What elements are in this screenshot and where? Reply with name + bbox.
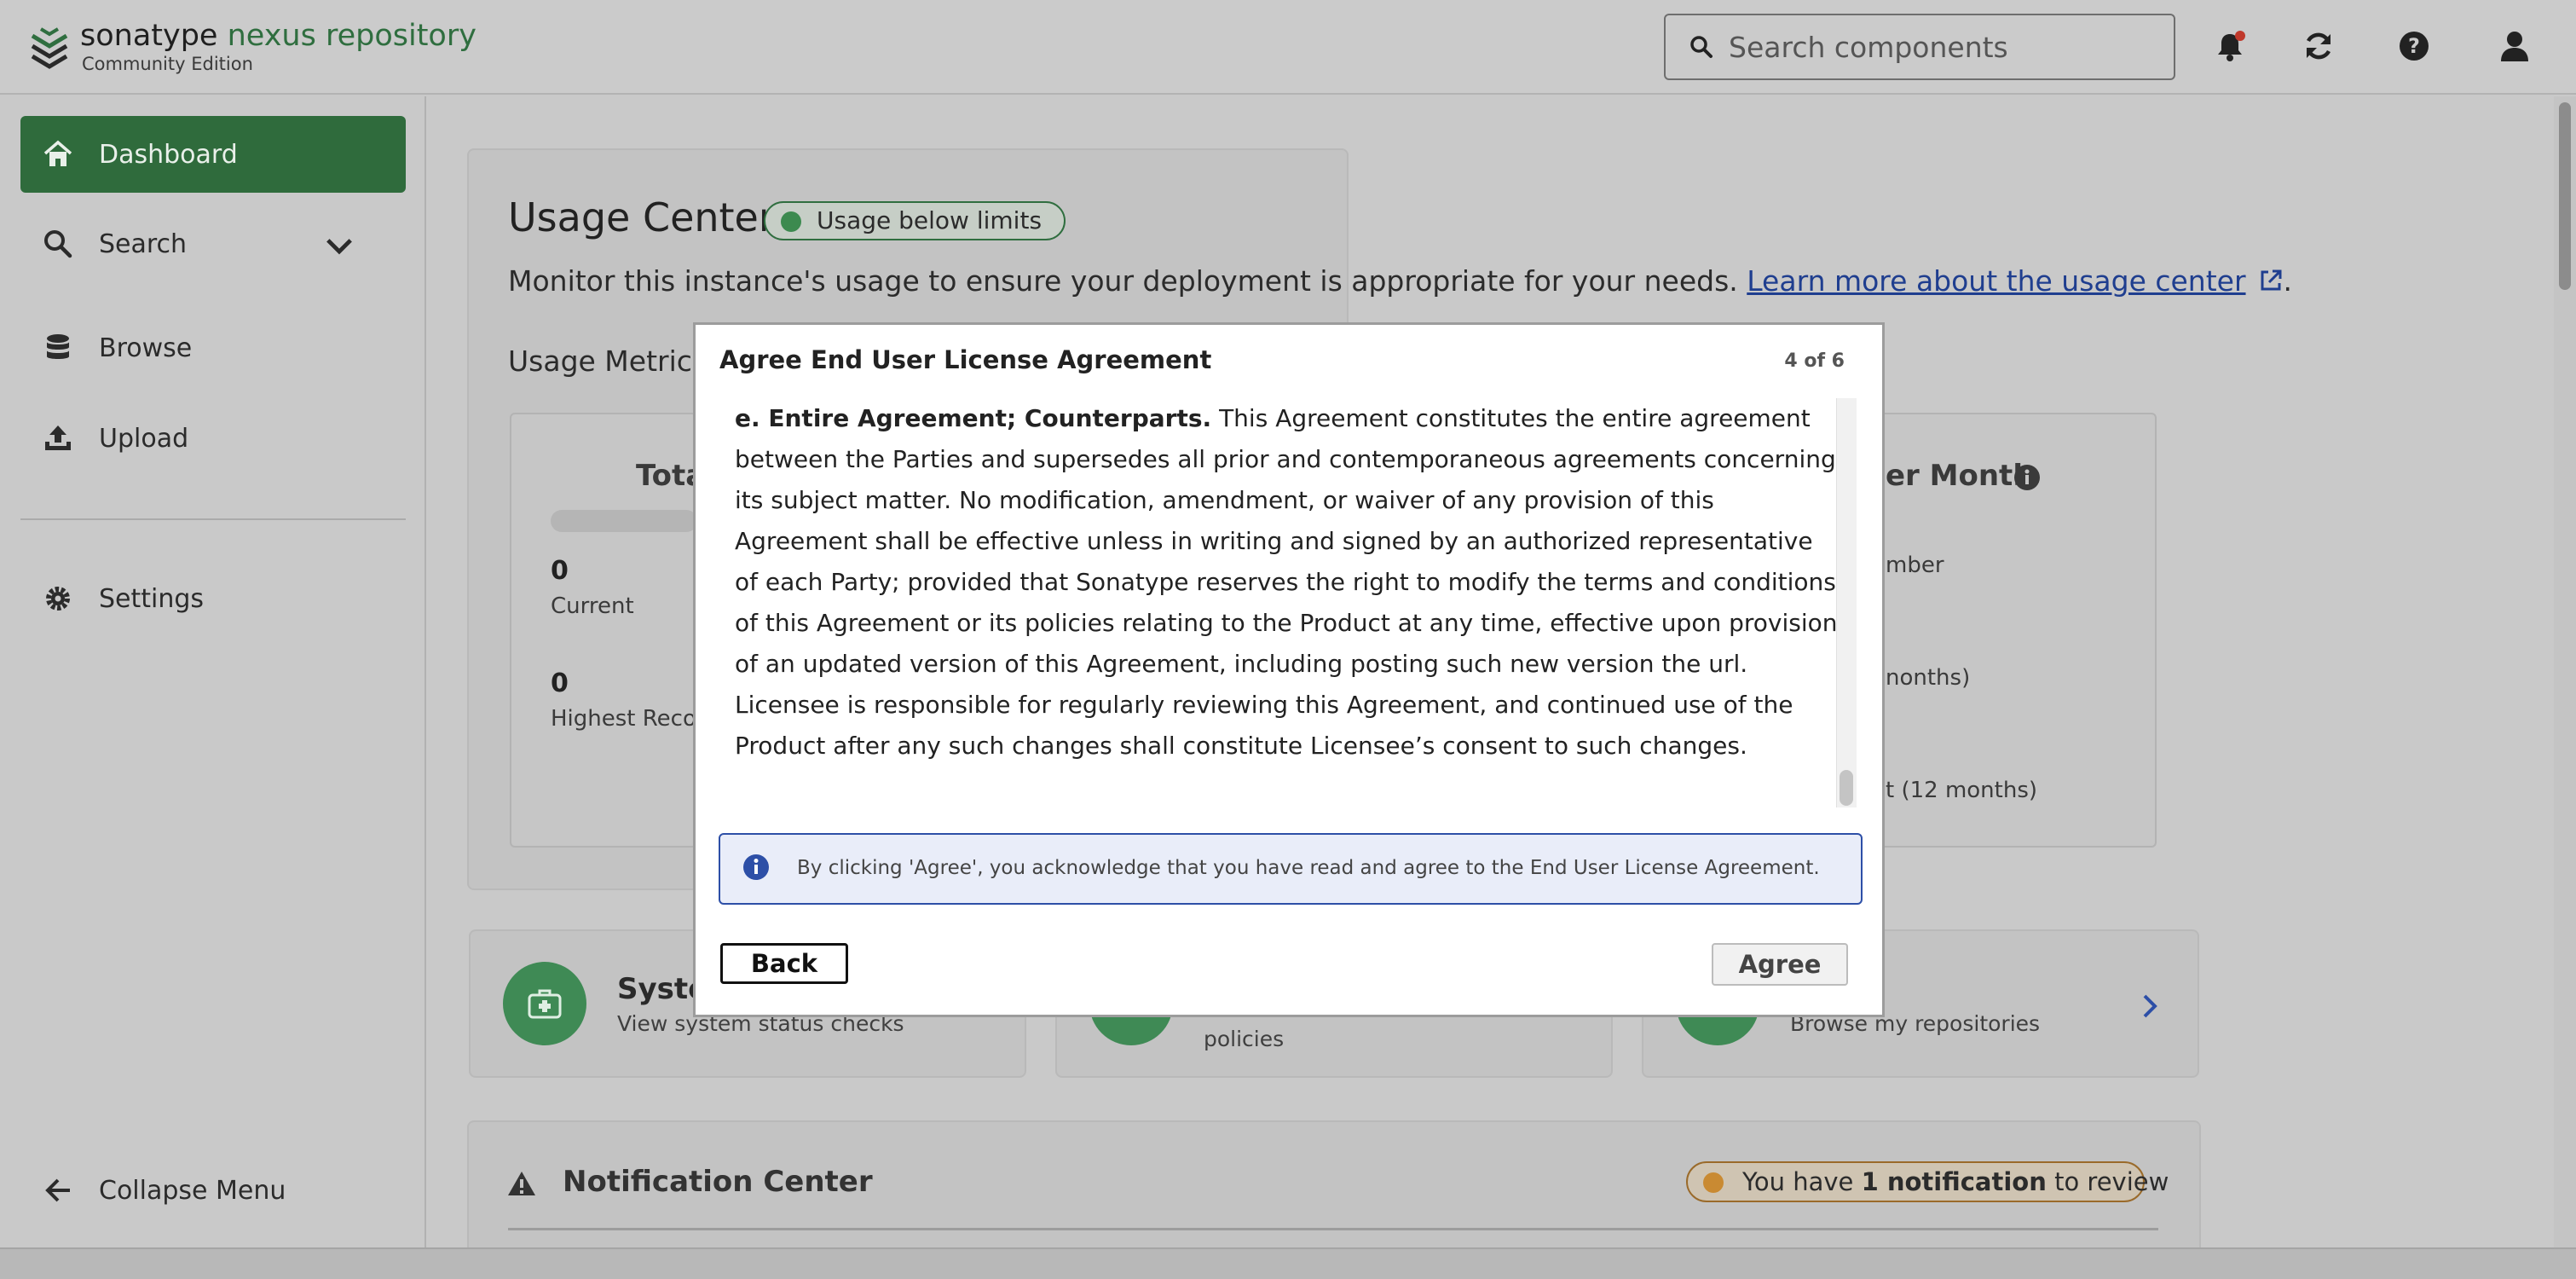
eula-text-scroll-area[interactable]: e. Entire Agreement; Counterparts. This …	[718, 398, 1851, 799]
user-account-button[interactable]	[2494, 26, 2535, 67]
status-badge: Usage below limits	[764, 201, 1066, 240]
metric-card-heading: er Month	[1886, 459, 2034, 493]
sidebar-divider	[20, 518, 406, 520]
current-label: Current	[551, 593, 634, 619]
chevron-down-icon[interactable]	[324, 231, 355, 262]
sidebar-item-dashboard[interactable]: Dashboard	[20, 116, 406, 193]
usage-metrics-title: Usage Metrics	[508, 344, 708, 378]
page-scrollbar-thumb[interactable]	[2559, 102, 2571, 290]
modal-scrollbar[interactable]	[1836, 398, 1857, 807]
external-link-icon[interactable]	[2258, 268, 2284, 293]
warning-icon	[508, 1172, 535, 1195]
clause-heading: e. Entire Agreement; Counterparts.	[735, 404, 1212, 432]
step-indicator: 4 of 6	[1784, 350, 1845, 372]
svg-text:?: ?	[2408, 34, 2420, 58]
quick-link-subtitle: policies	[1204, 1027, 1285, 1051]
sonatype-logo[interactable]: sonatype nexus repository Community Edit…	[29, 19, 477, 75]
brand-name: sonatype	[80, 19, 218, 53]
metric-line: mber	[1886, 553, 1944, 578]
arrow-left-icon	[45, 1178, 70, 1202]
search-icon	[1690, 36, 1713, 58]
modal-title: Agree End User License Agreement	[719, 345, 1212, 374]
brand-product: nexus repository	[227, 19, 477, 53]
page-title: Usage Center	[508, 194, 775, 240]
metric-line: nonths)	[1886, 665, 1971, 691]
collapse-menu-label: Collapse Menu	[99, 1175, 286, 1206]
usage-progress-bar	[551, 510, 697, 532]
refresh-icon	[2306, 32, 2331, 60]
refresh-button[interactable]	[2298, 26, 2339, 67]
back-button[interactable]: Back	[720, 943, 848, 984]
home-icon	[43, 140, 72, 166]
upload-icon	[45, 425, 71, 450]
learn-more-link[interactable]: Learn more about the usage center	[1747, 264, 2245, 298]
medical-kit-icon	[503, 962, 586, 1045]
sidebar-item-label: Browse	[99, 333, 193, 363]
agree-info-text: By clicking 'Agree', you acknowledge tha…	[797, 857, 1820, 879]
collapse-menu-button[interactable]: Collapse Menu	[20, 1152, 406, 1229]
sidebar-item-label: Settings	[99, 583, 205, 614]
sidebar-item-search[interactable]: Search	[20, 205, 406, 282]
current-value: 0	[551, 556, 569, 586]
app-header: sonatype nexus repository Community Edit…	[0, 0, 2576, 95]
modal-scrollbar-thumb[interactable]	[1840, 770, 1853, 806]
sonatype-logo-icon	[31, 27, 68, 69]
help-icon: ?	[2400, 32, 2429, 61]
sidebar-item-label: Search	[99, 229, 188, 259]
sidebar-item-label: Upload	[99, 423, 189, 454]
edition-label: Community Edition	[82, 54, 253, 74]
notification-divider	[508, 1228, 2158, 1230]
notification-bell-icon	[2218, 31, 2245, 61]
clause-body: This Agreement constitutes the entire ag…	[735, 404, 1838, 760]
info-icon[interactable]	[2013, 464, 2041, 491]
search-components-input[interactable]	[1729, 30, 2172, 64]
search-icon	[44, 230, 72, 258]
eula-clause: e. Entire Agreement; Counterparts. This …	[718, 398, 1851, 767]
eula-modal: Agree End User License Agreement 4 of 6 …	[693, 322, 1885, 1017]
sidebar-item-label: Dashboard	[99, 139, 238, 170]
sidebar-item-settings[interactable]: Settings	[20, 560, 406, 637]
notification-count-badge[interactable]: You have 1 notification to review	[1686, 1161, 2169, 1202]
sidebar: Dashboard Search Browse Upload Settings …	[0, 96, 426, 1279]
sidebar-item-upload[interactable]: Upload	[20, 400, 406, 477]
sidebar-item-browse[interactable]: Browse	[20, 310, 406, 386]
help-button[interactable]: ?	[2394, 26, 2434, 67]
notification-center-title: Notification Center	[563, 1165, 873, 1199]
metric-line: t (12 months)	[1886, 778, 2038, 803]
usage-description: Monitor this instance's usage to ensure …	[508, 264, 2293, 298]
window-bottom-edge	[0, 1247, 2576, 1279]
agree-button[interactable]: Agree	[1712, 943, 1848, 986]
user-icon	[2501, 32, 2528, 61]
chevron-right-icon[interactable]	[2140, 991, 2160, 1021]
database-icon	[47, 334, 69, 359]
info-icon	[743, 854, 769, 880]
agree-info-banner: By clicking 'Agree', you acknowledge tha…	[719, 833, 1863, 905]
gear-icon	[46, 587, 70, 611]
notification-bell-button[interactable]	[2209, 26, 2250, 67]
search-components-box[interactable]	[1664, 14, 2175, 80]
highest-record-value: 0	[551, 668, 569, 698]
